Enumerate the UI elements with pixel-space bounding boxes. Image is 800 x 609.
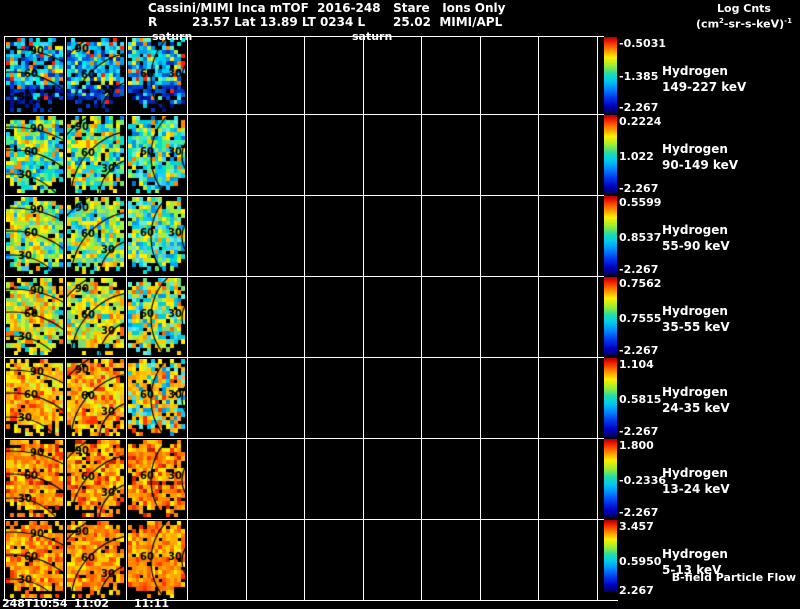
colorbar-value-bottom: -2.267 [619,506,659,519]
grid-hline [4,114,604,115]
r-label: R [148,15,158,29]
colorbar-value-top: 1.800 [619,439,654,452]
energy-label: 5-13 keV [662,563,722,577]
species-label: Hydrogen [662,142,728,156]
inca-image-panel [6,521,63,598]
inca-image-panel [67,38,124,112]
grid-vline [65,36,66,600]
colorbar-value-bottom: -2.267 [619,425,659,438]
inca-image-panel [128,440,185,517]
inca-image-panel [128,359,185,436]
grid-vline [480,36,481,600]
colorbar [604,196,617,275]
grid-vline [4,36,5,600]
units-formula: (cm2-sr-s-keV)-1 [696,17,792,31]
grid-hline [4,519,604,520]
grid-hline [4,195,604,196]
grid-vline [246,36,247,600]
colorbar-value-top: 0.5599 [619,196,662,209]
colorbar-value-top: 0.2224 [619,115,662,128]
inca-image-panel [67,278,124,355]
inca-image-panel [67,197,124,274]
species-label: Hydrogen [662,304,728,318]
saturn-marker-center: saturn [352,30,393,43]
colorbar-value-top: -0.5031 [619,37,667,50]
mimi-inca-display: Cassini/MIMI Inca mTOF 2016-248 Stare Io… [0,0,800,609]
inca-image-panel [128,521,185,598]
colorbar-value-mid: 0.7555 [619,312,662,325]
grid-vline [421,36,422,600]
colorbar [604,358,617,437]
species-label: Hydrogen [662,466,728,480]
grid-vline [363,36,364,600]
colorbar-value-top: 3.457 [619,520,654,533]
grid-hline [4,438,604,439]
colorbar [604,277,617,356]
energy-label: 35-55 keV [662,320,730,334]
energy-label: 13-24 keV [662,482,730,496]
colorbar-value-bottom: -2.267 [619,101,659,114]
inca-image-panel [67,116,124,193]
page-title: Cassini/MIMI Inca mTOF 2016-248 Stare Io… [148,1,506,15]
grid-hline [4,276,604,277]
inca-image-panel [67,359,124,436]
inca-image-panel [128,278,185,355]
colorbar-value-mid: 0.5950 [619,555,662,568]
colorbar [604,520,617,592]
grid-vline [304,36,305,600]
colorbar-value-bottom: 2.267 [619,584,654,597]
inca-image-panel [128,116,185,193]
species-label: Hydrogen [662,385,728,399]
colorbar-value-top: 0.7562 [619,277,662,290]
colorbar-value-mid: -1.385 [619,70,659,83]
colorbar-value-bottom: -2.267 [619,182,659,195]
inca-image-panel [6,278,63,355]
colorbar-value-mid: -0.2336 [619,474,667,487]
grid-vline [597,36,598,600]
energy-label: 90-149 keV [662,158,738,172]
position-values: 23.57 Lat 13.89 LT 0234 L [192,15,366,29]
inca-image-panel [6,359,63,436]
grid-vline [187,36,188,600]
energy-label: 24-35 keV [662,401,730,415]
inca-image-panel [67,440,124,517]
colorbar [604,439,617,518]
colorbar [604,115,617,194]
colorbar-value-top: 1.104 [619,358,654,371]
energy-label: 149-227 keV [662,80,747,94]
colorbar-value-mid: 0.8537 [619,231,662,244]
inca-image-panel [6,38,63,112]
colorbar-value-mid: 0.5815 [619,393,662,406]
species-label: Hydrogen [662,547,728,561]
species-label: Hydrogen [662,223,728,237]
inca-image-panel [6,440,63,517]
species-label: Hydrogen [662,64,728,78]
colorbar-value-bottom: -2.267 [619,263,659,276]
inca-image-panel [128,197,185,274]
grid-hline [4,600,618,601]
lshell-credit: 25.02 MIMI/APL [393,15,503,29]
grid-vline [126,36,127,600]
units-title: Log Cnts [717,2,771,15]
inca-image-panel [67,521,124,598]
grid-hline [4,36,604,37]
colorbar-units: Log Cnts (cm2-sr-s-keV)-1 [688,2,800,31]
saturn-marker-left: saturn [152,30,193,43]
inca-image-panel [6,197,63,274]
inca-image-panel [6,116,63,193]
grid-vline [538,36,539,600]
inca-image-panel [128,38,185,112]
colorbar [604,37,617,113]
grid-hline [4,357,604,358]
colorbar-value-mid: 1.022 [619,150,654,163]
colorbar-value-bottom: -2.267 [619,344,659,357]
energy-label: 55-90 keV [662,239,730,253]
